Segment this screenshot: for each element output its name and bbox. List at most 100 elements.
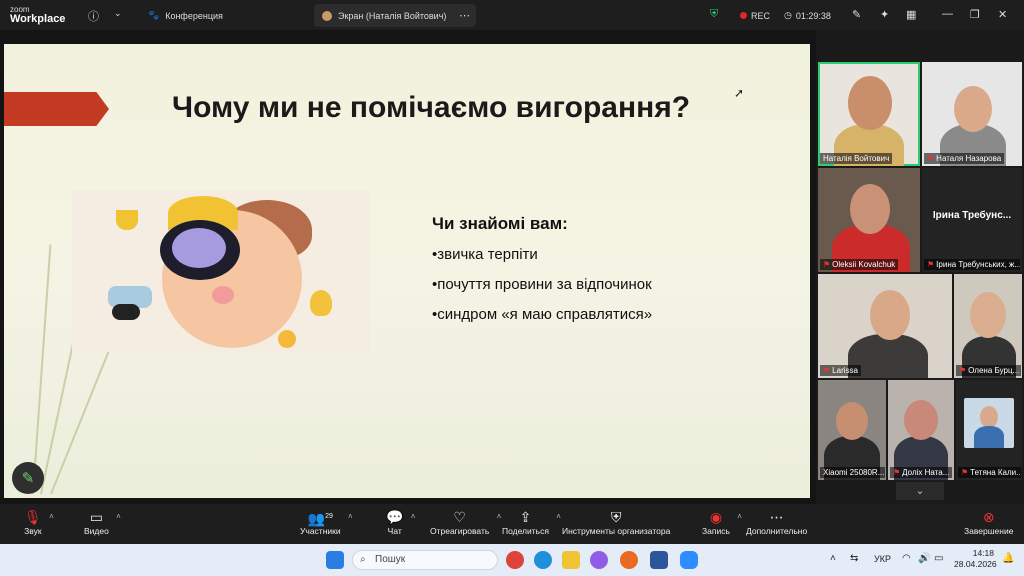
annotation-pen-button[interactable]: ✎ (12, 462, 44, 494)
zoom-app-icon[interactable] (680, 551, 698, 569)
participant-name: ⚑ Наталя Назарова (924, 153, 1005, 164)
avatar-icon (322, 10, 332, 21)
participant-gallery: Наталія Войтович ⚑ Наталя Назарова ⚑ Oleks… (816, 60, 1024, 504)
zoom-logo: zoom Workplace (10, 5, 66, 25)
chevron-up-icon[interactable]: ˄ (49, 512, 54, 521)
audio-button[interactable]: 🎙 Звук ˄ (24, 508, 54, 536)
chevron-up-icon[interactable]: ˄ (116, 512, 121, 521)
mic-muted-icon: ⚑ (927, 260, 935, 269)
firefox-icon[interactable] (620, 551, 638, 569)
participant-tile[interactable]: ⚑ Oleksii Kovalchuk (818, 168, 920, 272)
battery-icon[interactable]: ▭ (934, 553, 943, 564)
file-explorer-icon[interactable] (562, 551, 580, 569)
notification-bell-icon[interactable]: 🔔 (1002, 553, 1014, 564)
person-shape (850, 184, 890, 234)
tab-meeting[interactable]: 🐾 Конференция (140, 4, 231, 27)
participant-tile[interactable]: Ірина Требунс... ⚑ Ірина Требунських, ж..… (922, 168, 1022, 272)
more-options-icon[interactable]: ⋯ (459, 9, 470, 22)
heart-icon: ♡ (453, 509, 466, 525)
participant-tile[interactable]: ⚑ Larissa (818, 274, 952, 378)
video-camera-icon: ▭ (89, 509, 104, 525)
taskbar-search-input[interactable]: ⌕ Пошук (352, 550, 498, 570)
person-shape (870, 290, 910, 340)
ai-sparkle-icon[interactable]: ✦ (880, 8, 889, 21)
chevron-down-icon: ⌄ (915, 485, 925, 497)
recording-indicator[interactable]: REC (732, 4, 778, 27)
participant-tile[interactable]: ⚑ Олена Бурц... (954, 274, 1022, 378)
chevron-down-icon[interactable]: ⌄ (114, 8, 122, 19)
person-shape (848, 76, 892, 130)
participant-name: ⚑ Олена Бурц... (956, 365, 1022, 376)
tab-screen-share[interactable]: Экран (Наталія Войтович) ⋯ (314, 4, 476, 27)
chevron-up-icon[interactable]: ˄ (830, 553, 836, 564)
record-button[interactable]: ◉ Запись ˄ (702, 508, 742, 536)
person-shape (836, 402, 868, 440)
chat-button[interactable]: 💬 Чат ˄ (386, 508, 415, 536)
start-menu-icon[interactable] (326, 551, 344, 569)
language-indicator[interactable]: УКР (874, 554, 891, 564)
word-icon[interactable] (650, 551, 668, 569)
participant-tile[interactable]: ⚑ Тетяна Кали... (956, 380, 1022, 480)
gallery-scroll-down-button[interactable]: ⌄ (896, 482, 944, 500)
participant-tile[interactable]: Xiaomi 25080R... (818, 380, 886, 480)
chevron-up-icon[interactable]: ˄ (348, 512, 353, 521)
bullet-item: •синдром «я маю справлятися» (432, 306, 653, 323)
person-shape (974, 426, 1004, 448)
mic-muted-icon: ⚑ (927, 154, 935, 163)
network-icon[interactable]: ⇆ (850, 553, 858, 564)
person-shape (980, 406, 998, 428)
wifi-icon[interactable]: ◠ (902, 553, 911, 564)
end-meeting-button[interactable]: ⊗ Завершение (964, 508, 1013, 536)
person-shape (904, 400, 938, 440)
taskbar-clock[interactable]: 14:18 28.04.2026 (954, 548, 997, 570)
info-icon[interactable]: ⓘ (88, 8, 99, 24)
participant-name: ⚑ Ірина Требунських, ж... (924, 259, 1020, 270)
participant-name: ⚑ Larissa (820, 365, 861, 376)
shared-screen-area: Чому ми не помічаємо вигорання? Чи знайо… (0, 30, 816, 504)
person-shape (954, 86, 992, 132)
cheek-shape (212, 286, 234, 304)
shield-icon[interactable]: ⛨ (710, 8, 718, 21)
mic-muted-icon: ⚑ (961, 468, 969, 477)
copilot-icon[interactable] (590, 551, 608, 569)
meeting-toolbar: 🎙 Звук ˄ ▭ Видео ˄ 👥29 Участники ˄ 💬 Чат… (0, 504, 1024, 544)
minimize-icon[interactable]: — (942, 8, 953, 20)
trophy-icon (116, 210, 138, 230)
edge-icon[interactable] (534, 551, 552, 569)
participant-placeholder-name: Ірина Требунс... (932, 210, 1012, 221)
participant-tile[interactable]: Наталія Войтович (818, 62, 920, 166)
volume-icon[interactable]: 🔊 (918, 553, 930, 564)
presentation-slide: Чому ми не помічаємо вигорання? Чи знайо… (4, 44, 810, 498)
meeting-timer: ◷ 01:29:38 (784, 10, 831, 21)
annotate-icon[interactable]: ✎ (852, 8, 861, 21)
participant-tile[interactable]: ⚑ Доліх Ната... (888, 380, 954, 480)
chevron-up-icon[interactable]: ˄ (556, 512, 561, 521)
more-options-icon: ⋯ (769, 509, 784, 525)
shield-icon: ⛨ (610, 509, 622, 525)
close-icon[interactable]: ✕ (998, 8, 1007, 21)
title-arrow-shape (4, 92, 109, 126)
chevron-up-icon[interactable]: ˄ (411, 512, 416, 521)
bullet-item: •почуття провини за відпочинок (432, 276, 652, 293)
mic-muted-icon: ⚑ (959, 366, 967, 375)
mouse-cursor-icon: ➚ (734, 86, 745, 100)
participant-name: Xiaomi 25080R... (820, 467, 886, 478)
chevron-up-icon[interactable]: ˄ (497, 512, 502, 521)
mic-muted-icon: 🎙 (24, 509, 42, 525)
chrome-icon[interactable] (506, 551, 524, 569)
participant-tile[interactable]: ⚑ Наталя Назарова (922, 62, 1022, 166)
title-bar: zoom Workplace ⓘ ⌄ 🐾 Конференция Экран (… (0, 0, 1024, 30)
mic-muted-icon: ⚑ (893, 468, 901, 477)
host-tools-button[interactable]: ⛨ Инструменты организатора (562, 508, 670, 536)
share-screen-button[interactable]: ⇪ Поделиться ˄ (502, 508, 561, 536)
chevron-up-icon[interactable]: ˄ (737, 512, 742, 521)
lightbulb-icon (310, 290, 332, 316)
more-button[interactable]: ⋯ Дополнительно (746, 508, 807, 536)
layout-icon[interactable]: ▦ (906, 8, 916, 21)
reactions-button[interactable]: ♡ Отреагировать ˄ (430, 508, 501, 536)
participants-button[interactable]: 👥29 Участники ˄ (300, 508, 353, 536)
restore-icon[interactable]: ❐ (970, 8, 980, 21)
share-screen-icon: ⇪ (519, 509, 532, 525)
video-button[interactable]: ▭ Видео ˄ (84, 508, 121, 536)
close-circle-icon: ⊗ (982, 509, 995, 525)
